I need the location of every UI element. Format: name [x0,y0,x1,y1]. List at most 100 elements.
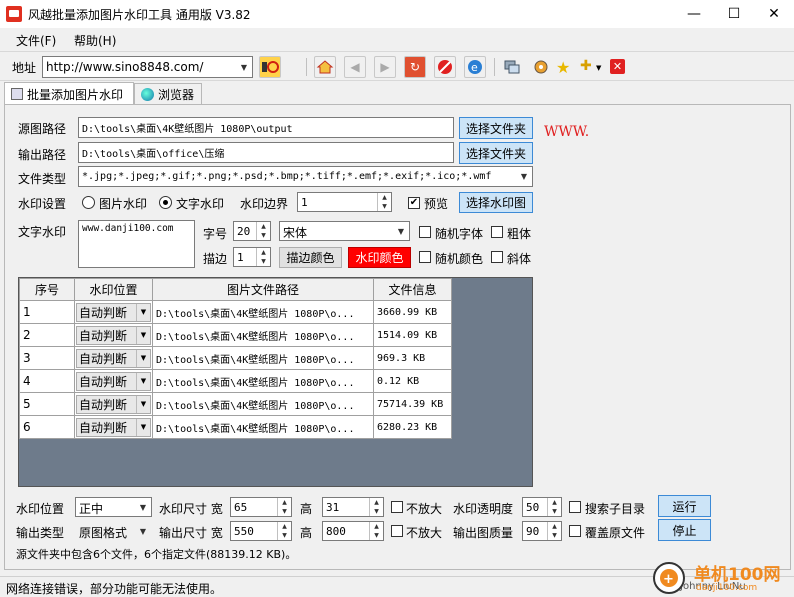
cell-position[interactable]: 自动判断 ▼ [74,369,153,393]
cell-no[interactable]: 2 [19,323,75,347]
cell-position[interactable]: 自动判断 ▼ [74,323,153,347]
output-height-spinner[interactable]: 800 ▲ ▼ [322,521,384,541]
ie-icon[interactable]: e [464,56,486,78]
choose-output-folder-button[interactable]: 选择文件夹 [459,142,533,164]
cell-info[interactable]: 1514.09 KB [373,323,452,347]
cell-path[interactable]: D:\tools\桌面\4K壁纸图片 1080P\o... [152,323,374,347]
choose-source-folder-button[interactable]: 选择文件夹 [459,117,533,139]
table-row[interactable]: 1 自动判断 ▼ D:\tools\桌面\4K壁纸图片 1080P\o... 3660.… [19,300,452,324]
no-enlarge-watermark-checkbox[interactable] [391,501,403,513]
source-path-input[interactable]: D:\tools\桌面\4K壁纸图片 1080P\output [78,117,454,138]
font-combo[interactable]: 宋体 ▼ [279,221,410,241]
stop-button[interactable]: 停止 [658,519,711,541]
position-combo[interactable]: 自动判断 ▼ [76,348,151,368]
bold-checkbox[interactable] [491,226,503,238]
refresh-icon[interactable]: ↻ [404,56,426,78]
radio-image-watermark[interactable] [82,196,95,209]
text-watermark-input[interactable]: www.danji100.com [78,220,195,268]
spinner-buttons[interactable]: ▲ ▼ [369,498,383,516]
minimize-button[interactable]: — [674,0,714,28]
chevron-down-icon[interactable]: ▼ [136,372,150,390]
spinner-buttons[interactable]: ▲ ▼ [547,522,561,540]
home-icon[interactable] [314,56,336,78]
maximize-button[interactable]: ☐ [714,0,754,28]
quality-spinner[interactable]: 90 ▲ ▼ [522,521,562,541]
table-row[interactable]: 2 自动判断 ▼ D:\tools\桌面\4K壁纸图片 1080P\o... 1514.… [19,323,452,347]
settings-icon[interactable] [532,59,550,75]
cell-path[interactable]: D:\tools\桌面\4K壁纸图片 1080P\o... [152,392,374,416]
chevron-down-icon[interactable]: ▼ [136,303,150,321]
position-combo[interactable]: 自动判断 ▼ [76,394,151,414]
cell-path[interactable]: D:\tools\桌面\4K壁纸图片 1080P\o... [152,369,374,393]
chevron-down-icon[interactable]: ▼ [516,167,532,186]
no-enlarge-output-checkbox[interactable] [391,525,403,537]
stop-icon[interactable] [434,56,456,78]
overwrite-checkbox[interactable] [569,525,581,537]
watermark-position-combo[interactable]: 正中 ▼ [75,497,152,517]
window-icon[interactable] [504,60,520,74]
table-row[interactable]: 5 自动判断 ▼ D:\tools\桌面\4K壁纸图片 1080P\o... 75714… [19,392,452,416]
cell-no[interactable]: 3 [19,346,75,370]
opacity-spinner[interactable]: 50 ▲ ▼ [522,497,562,517]
run-button[interactable]: 运行 [658,495,711,517]
tab-batch-watermark[interactable]: 批量添加图片水印 [4,82,134,105]
spinner-buttons[interactable]: ▲ ▼ [277,498,291,516]
position-combo[interactable]: 自动判断 ▼ [76,417,151,437]
chevron-down-icon[interactable]: ▼ [393,222,409,240]
table-row[interactable]: 4 自动判断 ▼ D:\tools\桌面\4K壁纸图片 1080P\o... 0.12 … [19,369,452,393]
column-header-position[interactable]: 水印位置 [74,278,153,301]
close-button[interactable]: ✕ [754,0,794,28]
spinner-buttons[interactable]: ▲ ▼ [369,522,383,540]
spinner-buttons[interactable]: ▲ ▼ [277,522,291,540]
table-row[interactable]: 3 自动判断 ▼ D:\tools\桌面\4K壁纸图片 1080P\o... 969.3… [19,346,452,370]
close-red-icon[interactable]: ✕ [610,59,625,74]
random-font-checkbox[interactable] [419,226,431,238]
cell-position[interactable]: 自动判断 ▼ [74,392,153,416]
italic-checkbox[interactable] [491,251,503,263]
chevron-down-icon[interactable]: ▼ [236,57,252,77]
choose-watermark-image-button[interactable]: 选择水印图 [459,192,533,213]
chevron-down-icon[interactable]: ▼ [136,349,150,367]
file-type-combo[interactable]: *.jpg;*.jpeg;*.gif;*.png;*.psd;*.bmp;*.t… [78,166,533,187]
preview-checkbox[interactable]: ✔ [408,197,420,209]
output-path-input[interactable]: D:\tools\桌面\office\压缩 [78,142,454,163]
search-subdir-checkbox[interactable] [569,501,581,513]
back-icon[interactable]: ◀ [344,56,366,78]
chevron-down-icon[interactable]: ▼ [135,522,151,540]
cell-info[interactable]: 3660.99 KB [373,300,452,324]
forward-icon[interactable]: ▶ [374,56,396,78]
output-width-spinner[interactable]: 550 ▲ ▼ [230,521,292,541]
favorite-icon[interactable]: ★ [556,58,570,77]
column-header-info[interactable]: 文件信息 [373,278,452,301]
add-favorite-icon[interactable]: ✚ [580,58,592,74]
radio-text-watermark[interactable] [159,196,172,209]
cell-path[interactable]: D:\tools\桌面\4K壁纸图片 1080P\o... [152,346,374,370]
table-row[interactable]: 6 自动判断 ▼ D:\tools\桌面\4K壁纸图片 1080P\o... 6280.… [19,415,452,439]
position-combo[interactable]: 自动判断 ▼ [76,302,151,322]
cell-position[interactable]: 自动判断 ▼ [74,415,153,439]
tab-browser[interactable]: 浏览器 [134,83,202,105]
menu-file[interactable]: 文件(F) [16,32,56,49]
cell-no[interactable]: 4 [19,369,75,393]
chevron-down-icon[interactable]: ▼ [596,64,601,72]
watermark-color-button[interactable]: 水印颜色 [348,247,411,268]
column-header-path[interactable]: 图片文件路径 [152,278,374,301]
cell-no[interactable]: 5 [19,392,75,416]
cell-path[interactable]: D:\tools\桌面\4K壁纸图片 1080P\o... [152,415,374,439]
cell-position[interactable]: 自动判断 ▼ [74,300,153,324]
cell-position[interactable]: 自动判断 ▼ [74,346,153,370]
position-combo[interactable]: 自动判断 ▼ [76,371,151,391]
stroke-spinner[interactable]: 1 ▲ ▼ [233,247,271,267]
watermark-border-spinner[interactable]: 1 ▲ ▼ [297,192,392,212]
cell-no[interactable]: 1 [19,300,75,324]
address-combo[interactable]: http://www.sino8848.com/ ▼ [42,56,253,78]
chevron-down-icon[interactable]: ▼ [136,418,150,436]
chevron-down-icon[interactable]: ▼ [136,326,150,344]
cell-no[interactable]: 6 [19,415,75,439]
chevron-down-icon[interactable]: ▼ [135,498,151,516]
cell-info[interactable]: 75714.39 KB [373,392,452,416]
watermark-height-spinner[interactable]: 31 ▲ ▼ [322,497,384,517]
spinner-buttons[interactable]: ▲ ▼ [377,193,391,211]
position-combo[interactable]: 自动判断 ▼ [76,325,151,345]
output-type-combo[interactable]: 原图格式 ▼ [75,521,152,541]
